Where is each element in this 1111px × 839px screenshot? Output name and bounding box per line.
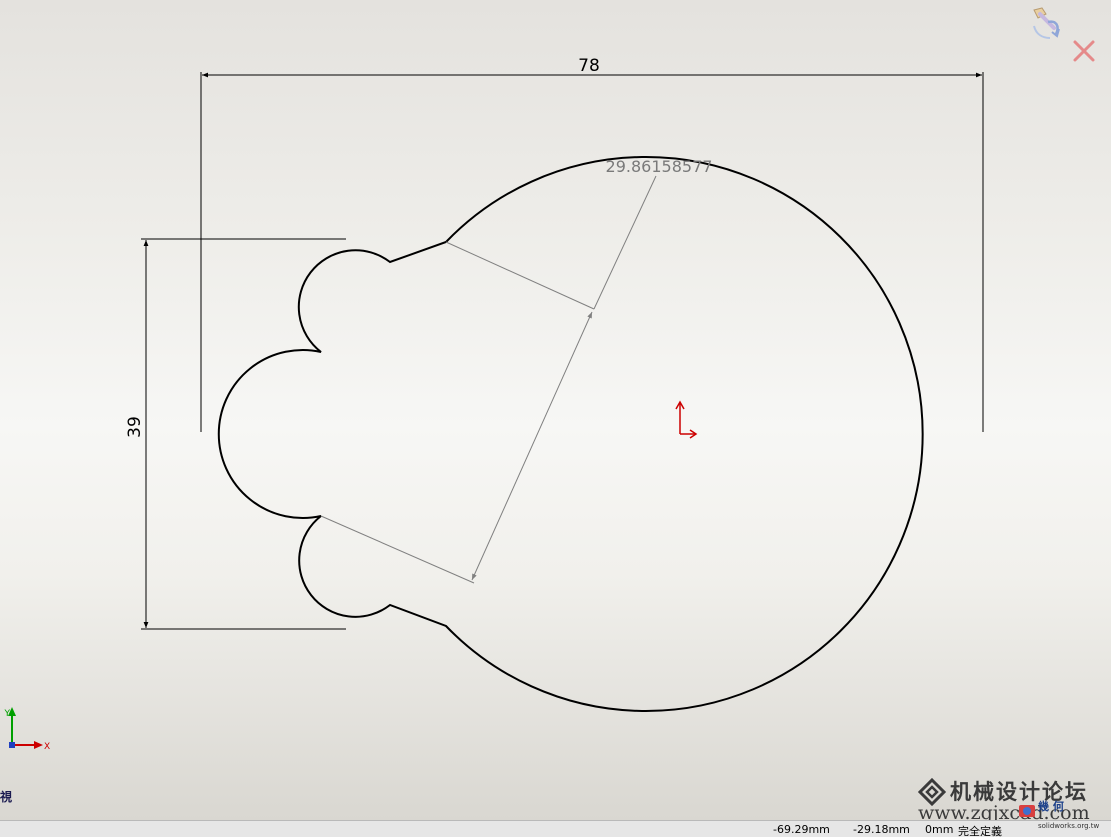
extension-line-upper — [445, 241, 595, 310]
sketch-origin-icon — [675, 400, 698, 439]
status-sketch-state: 完全定義 — [958, 825, 1002, 838]
reference-triad-icon: Y X — [4, 707, 50, 752]
svg-text:Y: Y — [4, 709, 11, 719]
site-logo-url: solidworks.org.tw — [1038, 822, 1100, 830]
dimension-height-text[interactable]: 39 — [125, 416, 145, 438]
svg-text:X: X — [44, 742, 50, 752]
cancel-corner-icon[interactable] — [1071, 38, 1097, 64]
site-logo-icon — [1019, 805, 1035, 817]
dimension-width[interactable]: 78 — [200, 56, 984, 432]
dimension-width-text[interactable]: 78 — [578, 56, 600, 76]
confirm-corner-icon[interactable] — [1028, 4, 1068, 44]
dimension-radius-text[interactable]: 29.86158577 — [606, 157, 713, 176]
status-z-coordinate: 0mm — [925, 823, 954, 836]
sketch-canvas[interactable]: 78 39 29.86158577 Y X — [0, 0, 1111, 820]
view-orientation-label: 前視 — [0, 790, 13, 804]
site-logo-chars: 幾 何 — [1038, 800, 1064, 813]
dimension-height[interactable]: 39 — [125, 238, 346, 630]
status-y-coordinate: -29.18mm — [853, 823, 910, 836]
status-bar: -69.29mm -29.18mm 0mm 完全定義 — [0, 820, 1111, 838]
status-x-coordinate: -69.29mm — [773, 823, 830, 836]
dimension-line-radius — [471, 311, 593, 581]
sketch-profile[interactable] — [217, 156, 924, 712]
graphics-area[interactable]: 78 39 29.86158577 Y X 視 机械设计论坛 www.zgjxc… — [0, 0, 1111, 820]
site-logo: 幾 何 solidworks.org.tw — [1016, 798, 1111, 832]
dimension-radius[interactable]: 29.86158577 — [320, 157, 713, 584]
dimension-leader — [593, 175, 657, 310]
extension-line-lower — [320, 515, 475, 584]
